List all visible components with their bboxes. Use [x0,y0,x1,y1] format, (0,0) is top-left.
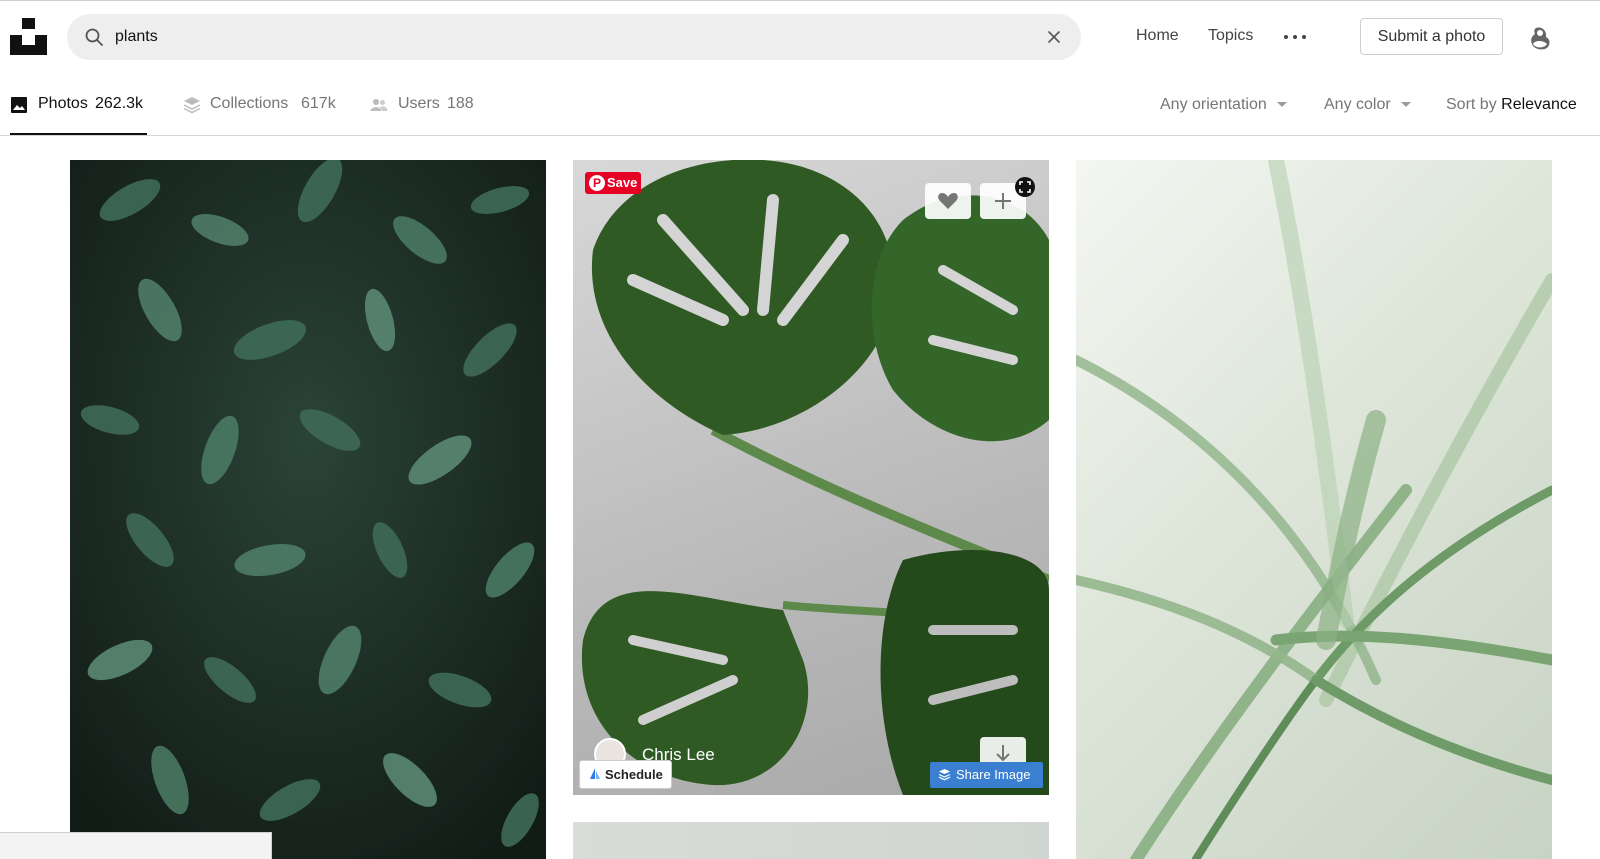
sort-value: Relevance [1501,96,1577,113]
search-icon[interactable] [84,27,104,47]
tab-users-count: 188 [447,95,474,112]
sort-filter[interactable]: Sort by Relevance [1446,96,1577,114]
users-icon [370,99,388,111]
layers-icon [183,97,201,114]
tab-photos-label: Photos [38,95,88,112]
ellipsis-icon[interactable] [1283,26,1307,48]
tab-collections-count: 617k [301,95,336,112]
color-filter-label: Any color [1324,96,1391,113]
nav-home-link[interactable]: Home [1136,27,1179,45]
tab-users[interactable]: Users 188 [370,74,480,135]
image-icon [11,97,27,113]
site-header: Home Topics Submit a photo [0,1,1600,73]
tab-collections[interactable]: Collections 617k [183,74,338,135]
search-bar [67,14,1081,60]
schedule-sail-icon [590,768,600,779]
tab-photos-count: 262.3k [95,95,144,112]
photo-card[interactable] [1076,160,1552,859]
pinterest-save-button[interactable]: Save [585,172,641,194]
expand-icon[interactable] [1014,176,1036,198]
layers-icon [938,769,951,781]
palm-photo [1076,160,1552,859]
color-filter[interactable]: Any color [1324,96,1411,114]
leaves-photo [70,160,546,859]
share-image-label: Share Image [956,767,1031,782]
tab-users-label: Users [398,95,440,112]
orientation-filter-label: Any orientation [1160,96,1267,113]
close-icon[interactable] [1045,28,1063,46]
nav-topics-link[interactable]: Topics [1208,27,1253,45]
chevron-down-icon [1400,102,1411,108]
like-button[interactable] [925,183,971,219]
heart-icon [938,193,958,209]
search-input[interactable] [115,14,1015,60]
browser-status-bar [0,832,272,859]
unsplash-logo-icon[interactable] [10,18,47,55]
tab-photos[interactable]: Photos 262.3k [10,74,147,135]
user-avatar-icon[interactable] [1526,22,1556,52]
orientation-filter[interactable]: Any orientation [1160,96,1287,114]
monstera-photo [581,160,1049,795]
schedule-button[interactable]: Schedule [579,760,672,789]
schedule-label: Schedule [605,767,663,782]
chevron-down-icon [1276,102,1287,108]
photo-card[interactable] [573,822,1049,859]
photo-card-hovered[interactable] [573,160,1049,795]
pinterest-save-label: Save [607,175,638,190]
submit-photo-button[interactable]: Submit a photo [1360,18,1503,55]
share-image-button[interactable]: Share Image [930,762,1043,788]
pinterest-icon [589,175,605,191]
photo-card[interactable] [70,160,546,859]
sort-prefix: Sort by [1446,96,1497,113]
tab-collections-label: Collections [210,95,289,112]
